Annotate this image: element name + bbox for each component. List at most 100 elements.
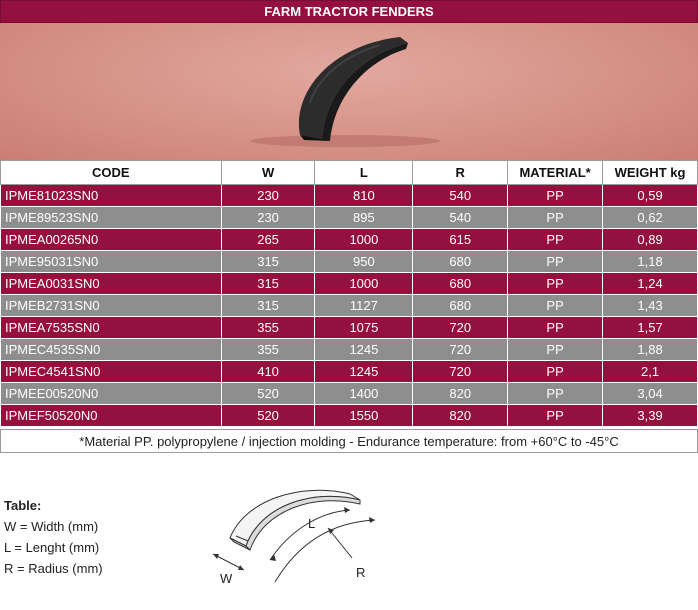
cell-material: PP xyxy=(507,206,604,229)
cell-l: 1127 xyxy=(314,294,414,317)
cell-material: PP xyxy=(507,382,604,405)
cell-weight: 2,1 xyxy=(602,360,698,383)
cell-material: PP xyxy=(507,228,604,251)
cell-weight: 0,89 xyxy=(602,228,698,251)
cell-w: 315 xyxy=(220,294,316,317)
cell-code: IPMEB2731SN0 xyxy=(0,294,222,317)
cell-weight: 1,24 xyxy=(602,272,698,295)
cell-r: 540 xyxy=(412,184,509,207)
legend-line-radius: R = Radius (mm) xyxy=(4,561,103,576)
cell-w: 265 xyxy=(220,228,316,251)
diagram-label-w: W xyxy=(220,571,233,586)
legend-line-width: W = Width (mm) xyxy=(4,519,99,534)
cell-weight: 1,88 xyxy=(602,338,698,361)
cell-r: 540 xyxy=(412,206,509,229)
cell-code: IPMEC4535SN0 xyxy=(0,338,222,361)
table-row: IPMEA0031SN0 315 1000 680 PP 1,24 xyxy=(0,272,698,295)
cell-material: PP xyxy=(507,184,604,207)
col-header-r: R xyxy=(412,160,509,185)
cell-l: 1245 xyxy=(314,360,414,383)
fender-product-image xyxy=(250,37,440,147)
cell-l: 1550 xyxy=(314,404,414,427)
table-row: IPMEE00520N0 520 1400 820 PP 3,04 xyxy=(0,382,698,405)
col-header-material: MATERIAL* xyxy=(507,160,604,185)
cell-material: PP xyxy=(507,360,604,383)
col-header-code: CODE xyxy=(0,160,222,185)
cell-r: 720 xyxy=(412,338,509,361)
table-row: IPME81023SN0 230 810 540 PP 0,59 xyxy=(0,184,698,207)
table-row: IPMEA7535SN0 355 1075 720 PP 1,57 xyxy=(0,316,698,339)
cell-w: 230 xyxy=(220,184,316,207)
cell-r: 720 xyxy=(412,360,509,383)
cell-weight: 1,57 xyxy=(602,316,698,339)
cell-r: 680 xyxy=(412,294,509,317)
cell-w: 520 xyxy=(220,404,316,427)
cell-l: 950 xyxy=(314,250,414,273)
table-header-row: CODE W L R MATERIAL* WEIGHT kg xyxy=(0,160,698,185)
cell-code: IPMEA00265N0 xyxy=(0,228,222,251)
cell-material: PP xyxy=(507,294,604,317)
cell-w: 315 xyxy=(220,250,316,273)
cell-code: IPMEF50520N0 xyxy=(0,404,222,427)
legend-line-length: L = Lenght (mm) xyxy=(4,540,100,555)
cell-code: IPMEE00520N0 xyxy=(0,382,222,405)
cell-code: IPMEA0031SN0 xyxy=(0,272,222,295)
cell-code: IPME81023SN0 xyxy=(0,184,222,207)
legend-title: Table: xyxy=(4,498,42,513)
cell-r: 820 xyxy=(412,404,509,427)
cell-code: IPME95031SN0 xyxy=(0,250,222,273)
product-photo xyxy=(0,23,698,160)
cell-material: PP xyxy=(507,272,604,295)
diagram-label-r: R xyxy=(356,565,365,580)
material-footnote: *Material PP. polypropylene / injection … xyxy=(0,429,698,453)
table-row: IPMEA00265N0 265 1000 615 PP 0,89 xyxy=(0,228,698,251)
cell-weight: 1,18 xyxy=(602,250,698,273)
diagram-label-l: L xyxy=(308,516,315,531)
cell-r: 615 xyxy=(412,228,509,251)
dimension-legend: Table: W = Width (mm) L = Lenght (mm) R … xyxy=(4,498,103,582)
cell-l: 1000 xyxy=(314,272,414,295)
cell-r: 720 xyxy=(412,316,509,339)
col-header-w: W xyxy=(220,160,316,185)
page-title: FARM TRACTOR FENDERS xyxy=(0,0,698,23)
cell-w: 315 xyxy=(220,272,316,295)
cell-l: 1000 xyxy=(314,228,414,251)
cell-r: 680 xyxy=(412,272,509,295)
cell-l: 1400 xyxy=(314,382,414,405)
cell-material: PP xyxy=(507,316,604,339)
cell-weight: 1,43 xyxy=(602,294,698,317)
cell-weight: 3,39 xyxy=(602,404,698,427)
cell-material: PP xyxy=(507,250,604,273)
cell-weight: 0,59 xyxy=(602,184,698,207)
col-header-weight: WEIGHT kg xyxy=(602,160,698,185)
cell-w: 410 xyxy=(220,360,316,383)
cell-w: 520 xyxy=(220,382,316,405)
cell-code: IPMEA7535SN0 xyxy=(0,316,222,339)
material-footnote-text: *Material PP. polypropylene / injection … xyxy=(79,433,619,449)
table-row: IPME95031SN0 315 950 680 PP 1,18 xyxy=(0,250,698,273)
cell-w: 355 xyxy=(220,316,316,339)
cell-w: 230 xyxy=(220,206,316,229)
cell-material: PP xyxy=(507,338,604,361)
col-header-l: L xyxy=(314,160,414,185)
cell-material: PP xyxy=(507,404,604,427)
cell-weight: 3,04 xyxy=(602,382,698,405)
table-row: IPMEB2731SN0 315 1127 680 PP 1,43 xyxy=(0,294,698,317)
cell-l: 810 xyxy=(314,184,414,207)
cell-code: IPME89523SN0 xyxy=(0,206,222,229)
fender-dimension-diagram: W L R xyxy=(200,470,390,600)
cell-w: 355 xyxy=(220,338,316,361)
cell-l: 895 xyxy=(314,206,414,229)
table-row: IPMEF50520N0 520 1550 820 PP 3,39 xyxy=(0,404,698,427)
cell-r: 820 xyxy=(412,382,509,405)
cell-l: 1075 xyxy=(314,316,414,339)
fender-spec-table: CODE W L R MATERIAL* WEIGHT kg IPME81023… xyxy=(0,160,698,427)
cell-weight: 0,62 xyxy=(602,206,698,229)
cell-r: 680 xyxy=(412,250,509,273)
cell-code: IPMEC4541SN0 xyxy=(0,360,222,383)
table-row: IPME89523SN0 230 895 540 PP 0,62 xyxy=(0,206,698,229)
cell-l: 1245 xyxy=(314,338,414,361)
fender-drawing: W L R xyxy=(212,489,376,586)
page-title-text: FARM TRACTOR FENDERS xyxy=(264,4,434,19)
table-row: IPMEC4541SN0 410 1245 720 PP 2,1 xyxy=(0,360,698,383)
